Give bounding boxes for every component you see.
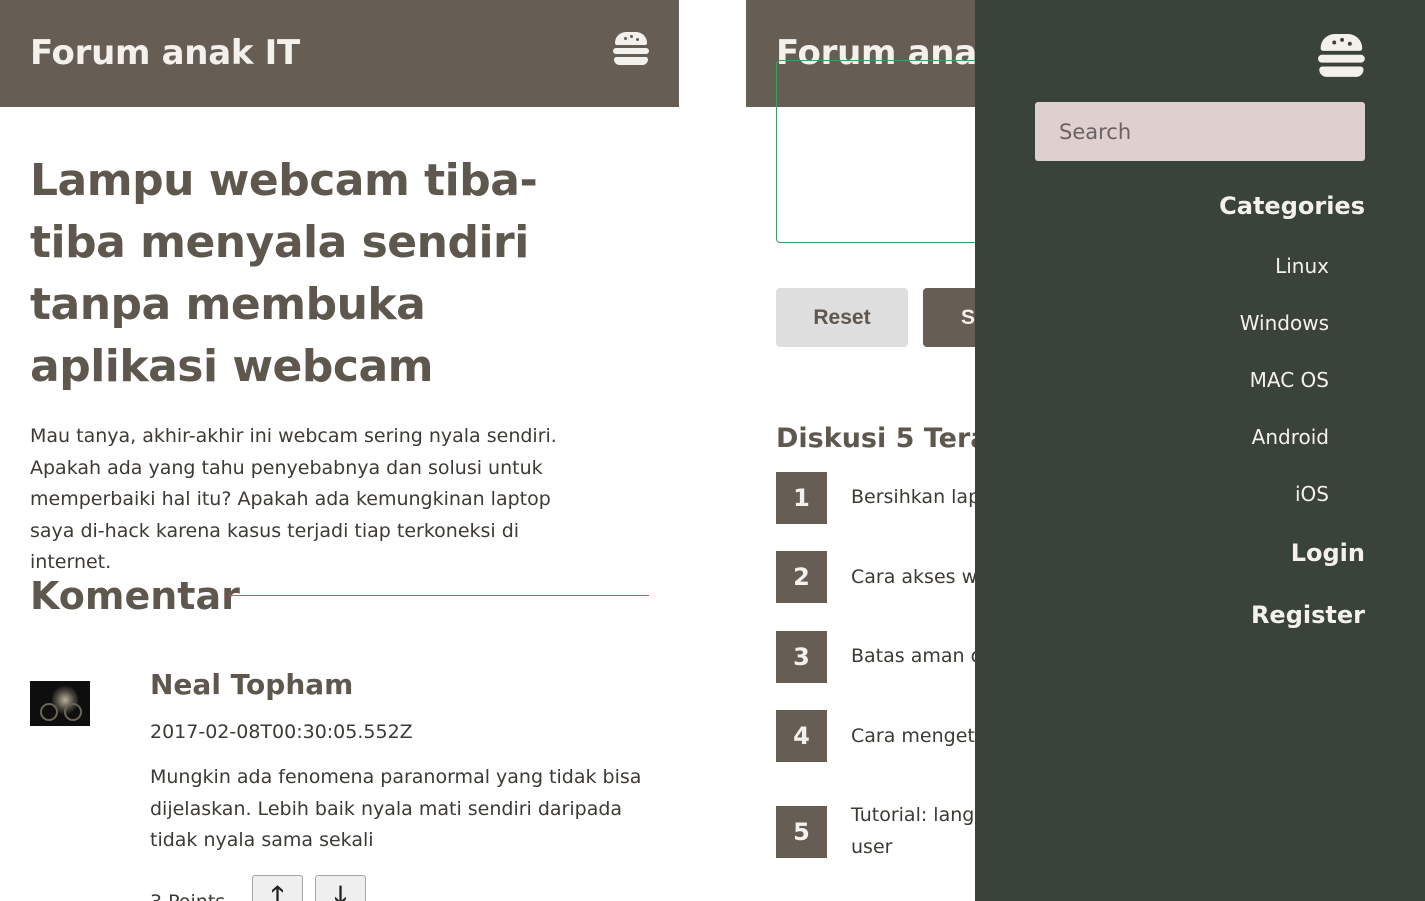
app-bar: Forum anak IT xyxy=(0,0,679,107)
comment-timestamp: 2017-02-08T00:30:05.552Z xyxy=(150,721,413,743)
brand-title[interactable]: Forum anak IT xyxy=(30,33,300,73)
search-input[interactable] xyxy=(1035,102,1365,161)
category-linux[interactable]: Linux xyxy=(1275,254,1329,278)
comments-heading: Komentar xyxy=(30,574,240,618)
section-divider xyxy=(229,595,649,596)
rank-badge: 5 xyxy=(776,806,827,858)
post-title: Lampu webcam tiba-tiba menyala sendiri t… xyxy=(30,155,538,392)
rank-badge: 2 xyxy=(776,551,827,603)
reset-button[interactable]: Reset xyxy=(776,288,908,347)
post-body: Mau tanya, akhir-akhir ini webcam sering… xyxy=(30,425,557,574)
rank-badge: 1 xyxy=(776,472,827,524)
rank-badge: 3 xyxy=(776,631,827,683)
category-windows[interactable]: Windows xyxy=(1240,311,1329,335)
category-android[interactable]: Android xyxy=(1252,425,1329,449)
register-link[interactable]: Register xyxy=(1251,601,1365,629)
downvote-button[interactable]: 🡓 xyxy=(315,875,366,901)
arrow-up-icon: 🡑 xyxy=(271,882,284,901)
login-link[interactable]: Login xyxy=(1291,539,1365,567)
category-macos[interactable]: MAC OS xyxy=(1250,368,1329,392)
comment-author: Neal Topham xyxy=(150,668,354,701)
categories-label: Categories xyxy=(1219,192,1365,220)
comment-points: 3 Points xyxy=(150,891,225,901)
hamburger-menu-icon[interactable] xyxy=(1318,34,1365,78)
hamburger-menu-icon[interactable] xyxy=(613,32,649,66)
arrow-down-icon: 🡓 xyxy=(334,882,347,901)
rank-badge: 4 xyxy=(776,710,827,762)
category-ios[interactable]: iOS xyxy=(1295,482,1329,506)
avatar xyxy=(30,681,90,726)
side-drawer: Categories Linux Windows MAC OS Android … xyxy=(975,0,1425,901)
upvote-button[interactable]: 🡑 xyxy=(252,875,303,901)
comment-text: Mungkin ada fenomena paranormal yang tid… xyxy=(150,766,642,852)
post-view-panel: Forum anak IT Lampu webcam tiba-tiba men… xyxy=(0,0,679,901)
